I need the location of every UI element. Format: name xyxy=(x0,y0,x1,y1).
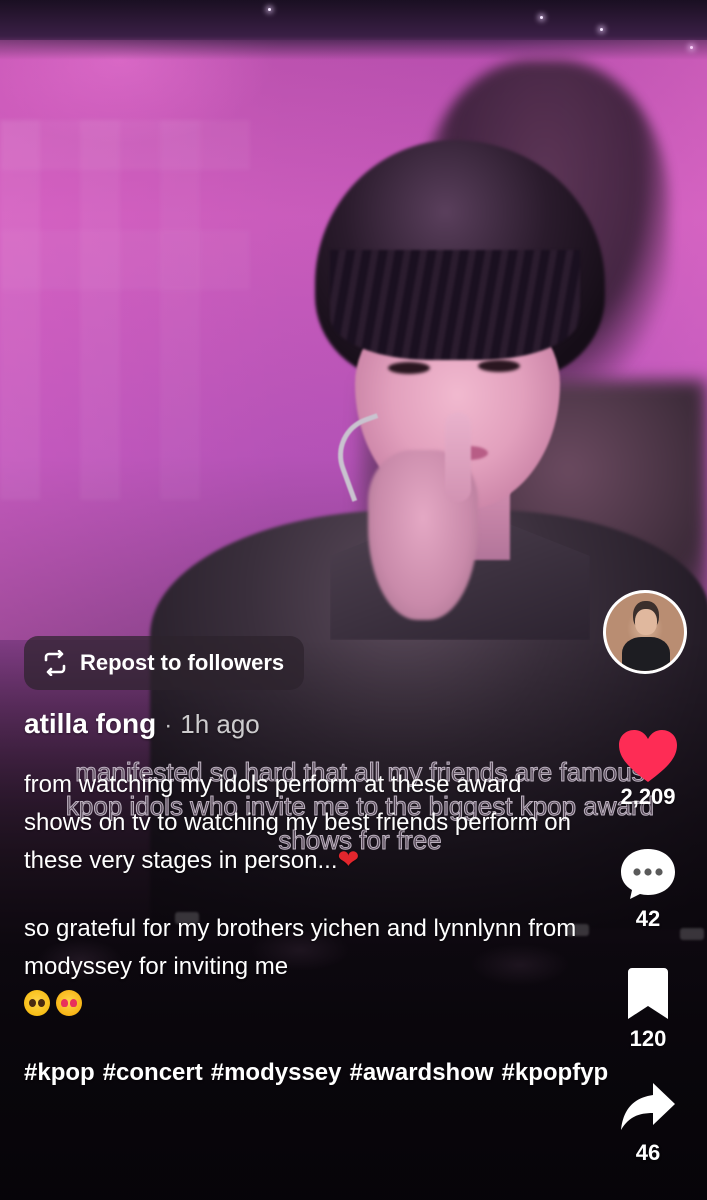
like-button[interactable]: 2,209 xyxy=(596,728,700,810)
hashtag-list: #kpop #concert #modyssey #awardshow #kpopfyp xyxy=(24,1054,608,1092)
performer-eye xyxy=(388,362,430,374)
repost-icon xyxy=(40,650,70,676)
author-row: atilla fong · 1h ago xyxy=(24,708,614,754)
red-heart-emoji: ❤ xyxy=(337,844,360,874)
smiling-face-with-hearts-emoji xyxy=(56,990,82,1016)
pleading-face-emoji xyxy=(24,990,50,1016)
avatar-head xyxy=(635,609,657,635)
share-arrow-icon xyxy=(621,1083,675,1130)
repost-label: Repost to followers xyxy=(80,650,285,675)
bookmark-button[interactable]: 120 xyxy=(596,966,700,1052)
stage-light xyxy=(268,8,271,11)
share-button[interactable]: 46 xyxy=(596,1080,700,1166)
repost-button[interactable]: Repost to followers xyxy=(24,636,305,690)
post-caption: atilla fong · 1h ago from watching my id… xyxy=(24,708,614,1092)
heart-icon xyxy=(619,730,677,782)
hashtag-link[interactable]: #kpop xyxy=(24,1059,95,1086)
caption-paragraph: from watching my idols perform at these … xyxy=(24,766,584,880)
hashtag-link[interactable]: #awardshow xyxy=(349,1059,493,1086)
author-name[interactable]: atilla fong xyxy=(24,708,156,740)
avatar-body xyxy=(622,637,670,671)
like-count: 2,209 xyxy=(620,784,676,809)
performer-finger xyxy=(445,412,471,502)
bookmark-count: 120 xyxy=(629,1026,667,1051)
performer-bangs xyxy=(330,250,580,360)
comment-button[interactable]: 42 xyxy=(596,846,700,932)
hashtag-link[interactable]: #modyssey xyxy=(211,1059,342,1086)
caption-paragraph: so grateful for my brothers yichen and l… xyxy=(24,910,584,1024)
caption-line-2: so grateful for my brothers yichen and l… xyxy=(24,915,577,980)
separator-dot: · xyxy=(164,712,173,739)
hashtag-link[interactable]: #concert xyxy=(103,1059,203,1086)
caption-text[interactable]: from watching my idols perform at these … xyxy=(24,766,584,1024)
post-time: 1h ago xyxy=(180,709,260,739)
led-pixel-blocks xyxy=(0,120,250,500)
stage-light xyxy=(600,28,603,31)
performer-eye xyxy=(478,360,520,372)
comment-count: 42 xyxy=(635,906,661,931)
hashtag-link[interactable]: #kpopfyp xyxy=(502,1059,609,1086)
share-count: 46 xyxy=(635,1140,661,1165)
comment-bubble-icon xyxy=(621,849,675,899)
stage-light xyxy=(540,16,543,19)
bookmark-icon xyxy=(628,968,668,1019)
creator-avatar[interactable] xyxy=(603,590,687,674)
caption-line-1: from watching my idols perform at these … xyxy=(24,771,571,874)
